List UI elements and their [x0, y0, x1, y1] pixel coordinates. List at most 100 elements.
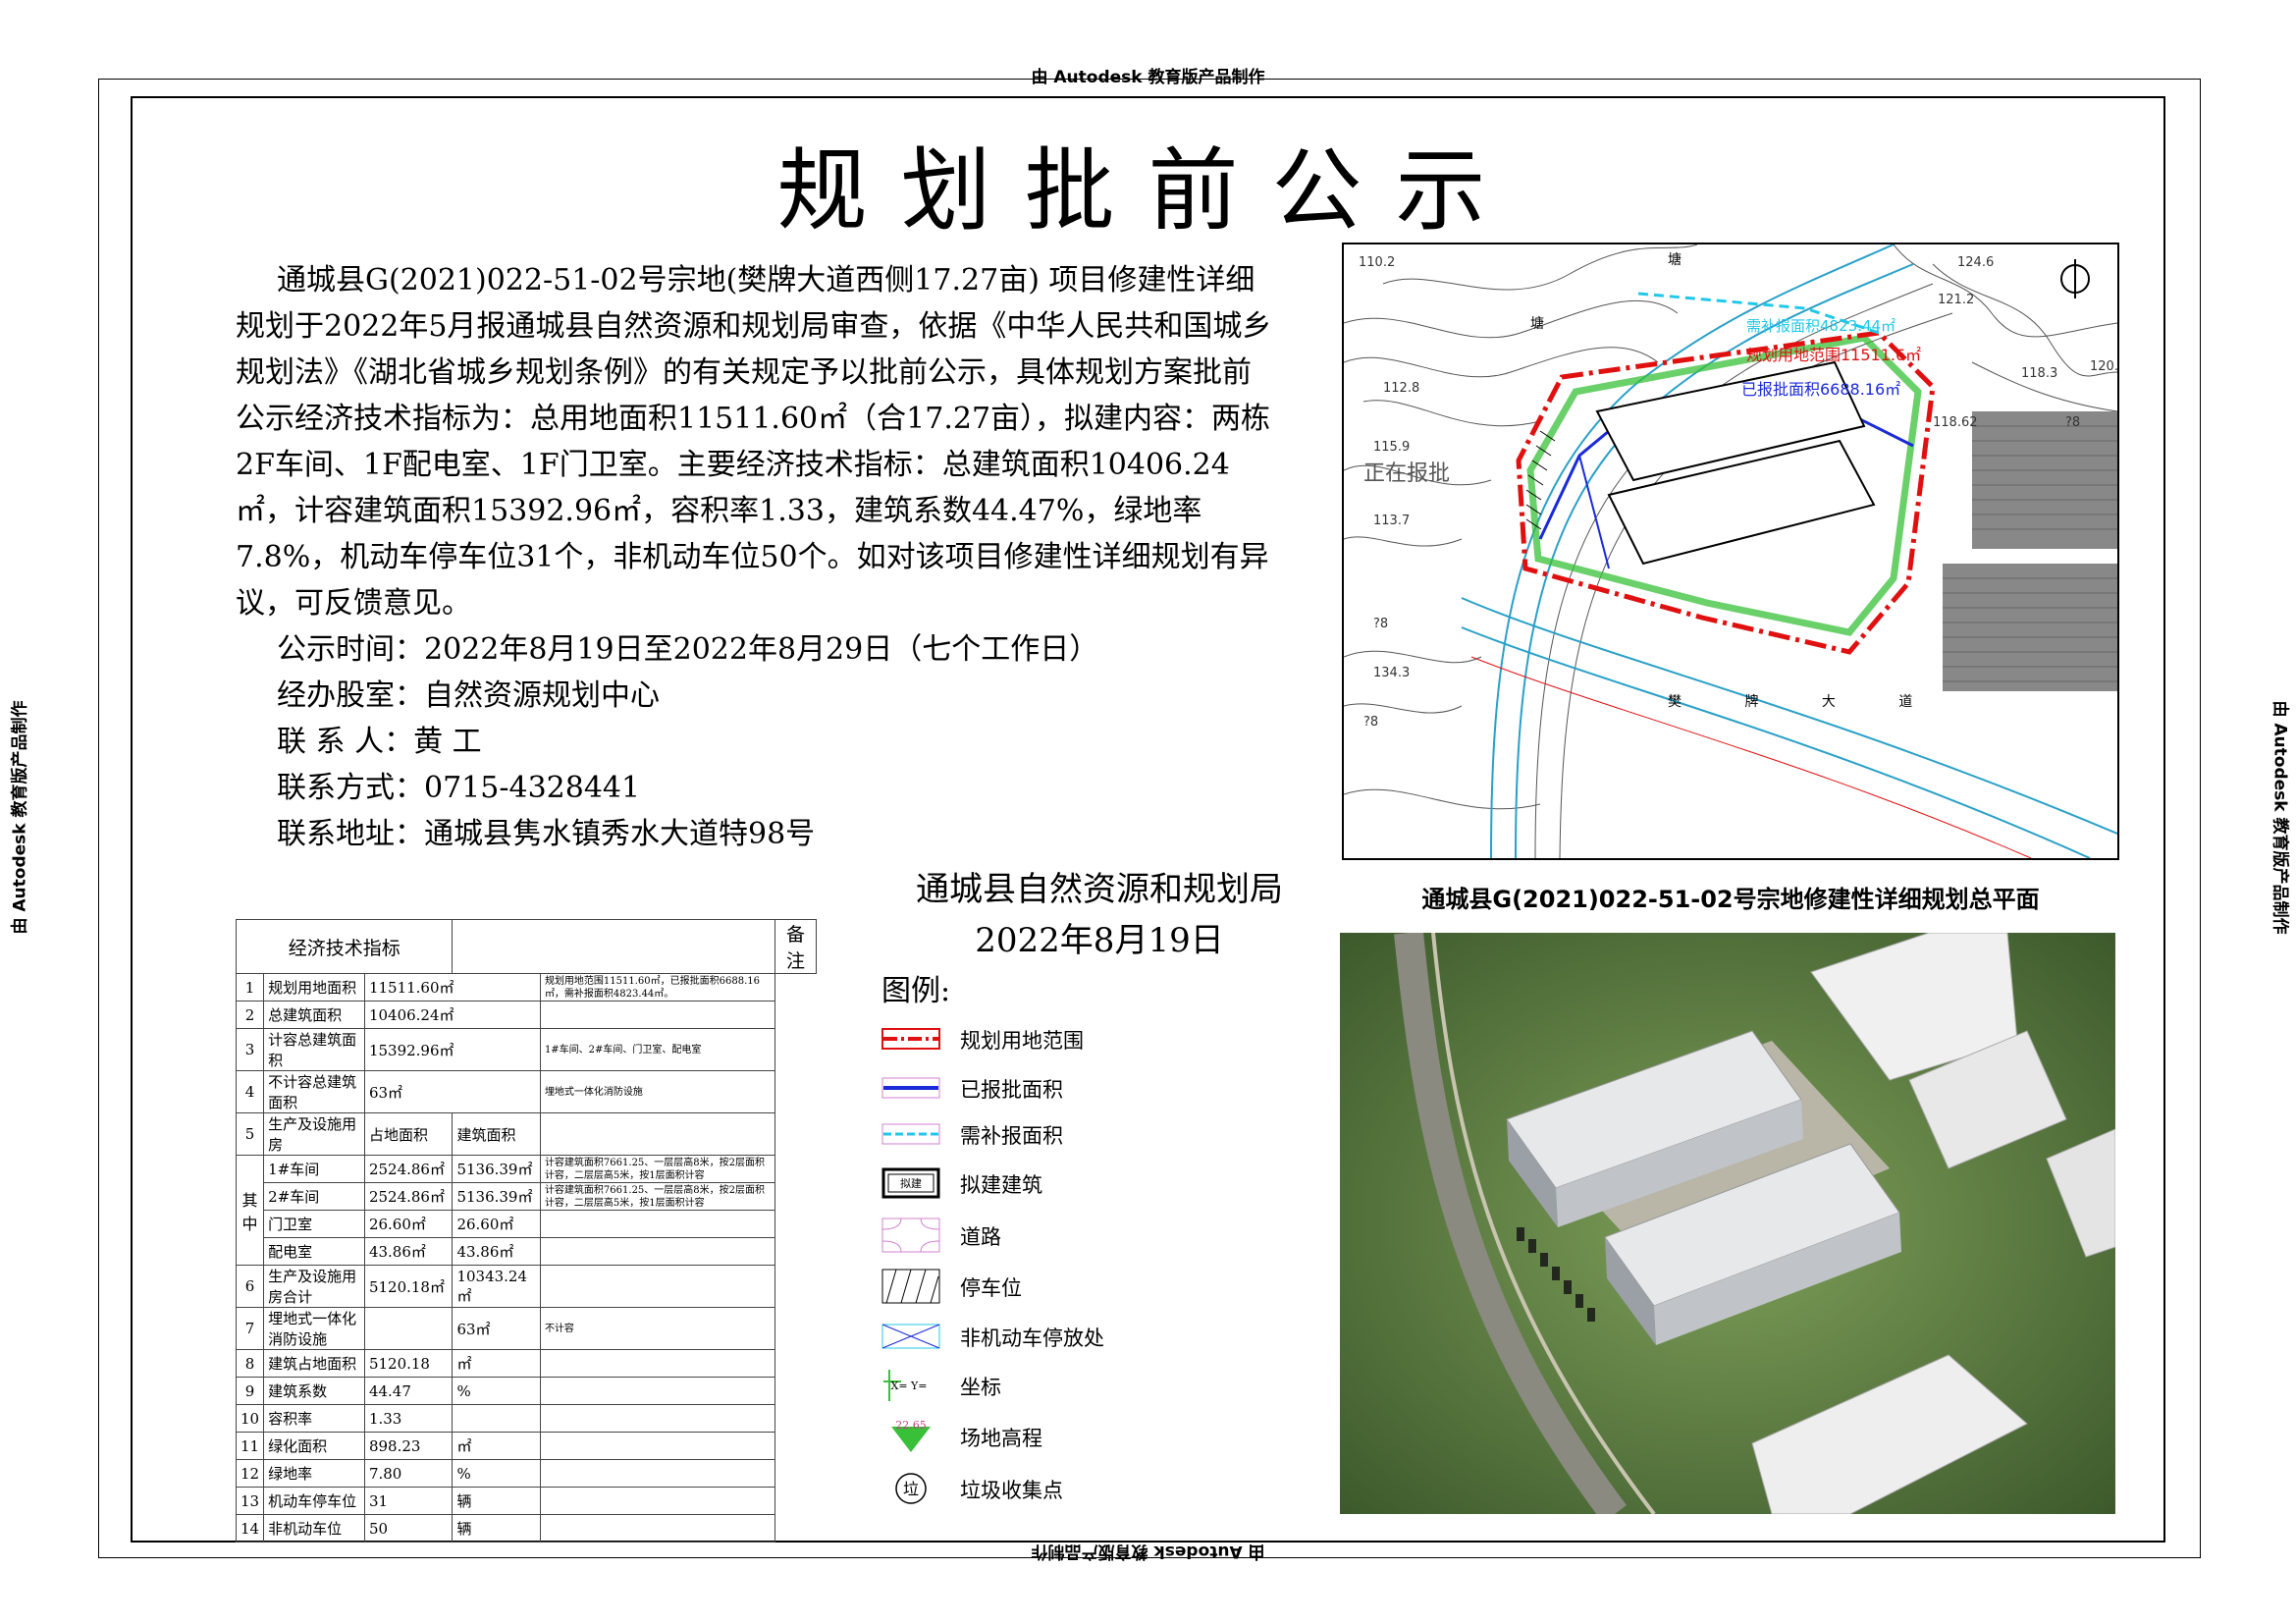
label-supplement: 需补报面积4823.44㎡ [1746, 317, 1896, 335]
site-plan-caption: 通城县G(2021)022-51-02号宗地修建性详细规划总平面 [1421, 886, 2040, 913]
row-value-2: 建筑面积 [452, 1112, 541, 1156]
table-row: 8 建筑占地面积 5120.18 ㎡ [235, 1349, 817, 1378]
row-note [539, 1210, 775, 1238]
svg-text:120.4: 120.4 [2090, 359, 2117, 374]
group-label-2: 中 [241, 1214, 258, 1233]
row-note [539, 1459, 775, 1488]
legend-icon-text: 垃 [903, 1480, 919, 1498]
label-pond-2: 塘 [1530, 316, 1544, 332]
row-value-1 [363, 1307, 454, 1350]
row-value-1: 31 [363, 1487, 454, 1515]
table-row: 9 建筑系数 44.47% [235, 1377, 817, 1405]
table-row: 其中 1#车间 2524.86㎡ 5136.39㎡ 计容建筑面积7661.25、一层层高… [235, 1155, 817, 1266]
table-header-row: 经济技术指标 备 注 [235, 919, 818, 974]
signature-org: 通城县自然资源和规划局 [916, 870, 1283, 909]
row-note [539, 1487, 775, 1515]
row-name: 非机动车位 [263, 1514, 365, 1543]
row-value-1: 43.86㎡ [363, 1237, 454, 1266]
table-row: 配电室 43.86㎡ 43.86㎡ [237, 1237, 817, 1266]
row-number: 11 [235, 1432, 265, 1460]
row-value-2: ㎡ [452, 1349, 541, 1378]
legend-label: 拟建建筑 [960, 1173, 1042, 1197]
label-pond-1: 塘 [1668, 252, 1682, 268]
row-value-2: 43.86㎡ [452, 1237, 541, 1266]
watermark-left: 由 Autodesk 教育版产品制作 [10, 700, 30, 935]
row-number: 9 [235, 1377, 265, 1405]
row-name: 绿地率 [263, 1459, 365, 1488]
table-row: 1 规划用地面积 11511.60㎡ 规划用地范围11511.60㎡，已报批面积668… [235, 973, 817, 1001]
row-note: 不计容 [539, 1307, 775, 1350]
road-icon [881, 1218, 940, 1253]
legend-label: 已报批面积 [960, 1078, 1063, 1102]
row-value-1: 44.47 [363, 1377, 454, 1405]
row-note: 埋地式一体化消防设施 [539, 1070, 775, 1113]
row-name: 生产及设施用房合计 [263, 1265, 365, 1308]
parking-icon [881, 1269, 940, 1304]
legend-label: 垃圾收集点 [960, 1479, 1063, 1502]
row-name: 1#车间 [263, 1155, 365, 1183]
row-number: 6 [235, 1265, 265, 1308]
svg-text:113.7: 113.7 [1373, 514, 1410, 528]
table-header-note: 备 注 [774, 919, 818, 974]
row-name: 机动车停车位 [263, 1487, 365, 1515]
legend-label: 非机动车停放处 [960, 1326, 1104, 1350]
table-row: 4 不计容总建筑面积 63㎡ 埋地式一体化消防设施 [235, 1070, 817, 1113]
legend-label: 停车位 [960, 1276, 1022, 1300]
row-name: 建筑占地面积 [263, 1349, 365, 1378]
row-number: 10 [235, 1404, 265, 1433]
watermark-right: 由 Autodesk 教育版产品制作 [2269, 700, 2290, 935]
row-number: 14 [235, 1514, 265, 1543]
row-note [539, 1349, 775, 1378]
row-value-1: 50 [363, 1514, 454, 1543]
row-number: 3 [235, 1028, 265, 1071]
svg-text:?8: ?8 [1363, 715, 1378, 730]
row-name: 总建筑面积 [263, 1001, 365, 1029]
row-number: 5 [235, 1112, 265, 1156]
announcement-text: 通城县G(2021)022-51-02号宗地(樊牌大道西侧17.27亩) 项目修… [236, 257, 1276, 857]
svg-text:118.3: 118.3 [2021, 366, 2057, 381]
group-label-1: 其 [241, 1190, 258, 1210]
table-row: 3 计容总建筑面积 15392.96㎡ 1#车间、2#车间、门卫室、配电室 [235, 1028, 817, 1071]
aerial-rendering-image [1340, 933, 2115, 1514]
bike-parking-icon [881, 1324, 940, 1349]
svg-text:124.6: 124.6 [1957, 255, 1994, 270]
svg-text:110.2: 110.2 [1359, 255, 1395, 270]
row-name: 门卫室 [263, 1210, 365, 1238]
row-value-2: 辆 [452, 1487, 541, 1515]
table-row: 6 生产及设施用房合计 5120.18㎡ 10343.24㎡ [235, 1265, 817, 1308]
elevation-icon: 22.65 [891, 1419, 931, 1452]
table-header-main: 经济技术指标 [235, 919, 454, 974]
row-value-1: 7.80 [363, 1459, 454, 1488]
legend-icon-text: 22.65 [895, 1419, 927, 1432]
announcement-paragraph: 通城县G(2021)022-51-02号宗地(樊牌大道西侧17.27亩) 项目修… [236, 263, 1272, 621]
row-value-1: 5120.18㎡ [363, 1265, 454, 1308]
legend-label: 道路 [960, 1225, 1001, 1249]
table-row: 5 生产及设施用房 占地面积 建筑面积 [235, 1112, 817, 1156]
label-approving: 正在报批 [1363, 461, 1450, 486]
row-value-1: 898.23 [363, 1432, 454, 1460]
site-plan-map: 规划用地范围11511.6㎡ 已报批面积6688.16㎡ 需补报面积4823.4… [1342, 243, 2119, 860]
legend-label: 需补报面积 [960, 1124, 1063, 1148]
row-note [539, 1112, 775, 1156]
row-value-1: 5120.18 [363, 1349, 454, 1378]
neighbour-building-2 [1943, 564, 2117, 691]
page-title: 规划批前公示 [776, 138, 1520, 244]
row-value-2: 5136.39㎡ [452, 1182, 541, 1211]
label-planning-range: 规划用地范围11511.6㎡ [1746, 346, 1921, 364]
proposed-building-icon: 拟建 [881, 1167, 940, 1199]
svg-text:?8: ?8 [2065, 415, 2080, 430]
row-number: 2 [235, 1001, 265, 1029]
row-value-2: ㎡ [452, 1432, 541, 1460]
row-number: 7 [235, 1307, 265, 1350]
table-row: 门卫室 26.60㎡ 26.60㎡ [237, 1210, 817, 1238]
legend-icon-text: 拟建 [900, 1176, 922, 1190]
row-name: 埋地式一体化消防设施 [263, 1307, 365, 1350]
row-note [539, 1237, 775, 1266]
group-label-cell: 其中 [235, 1155, 265, 1266]
row-note: 规划用地范围11511.60㎡，已报批面积6688.16㎡，需补报面积4823.… [539, 973, 775, 1001]
row-name: 生产及设施用房 [263, 1112, 365, 1156]
svg-text:112.8: 112.8 [1383, 381, 1419, 396]
row-value-1: 1.33 [363, 1404, 454, 1433]
table-row: 12 绿地率 7.80% [235, 1459, 817, 1488]
neighbour-building-1 [1972, 411, 2117, 549]
